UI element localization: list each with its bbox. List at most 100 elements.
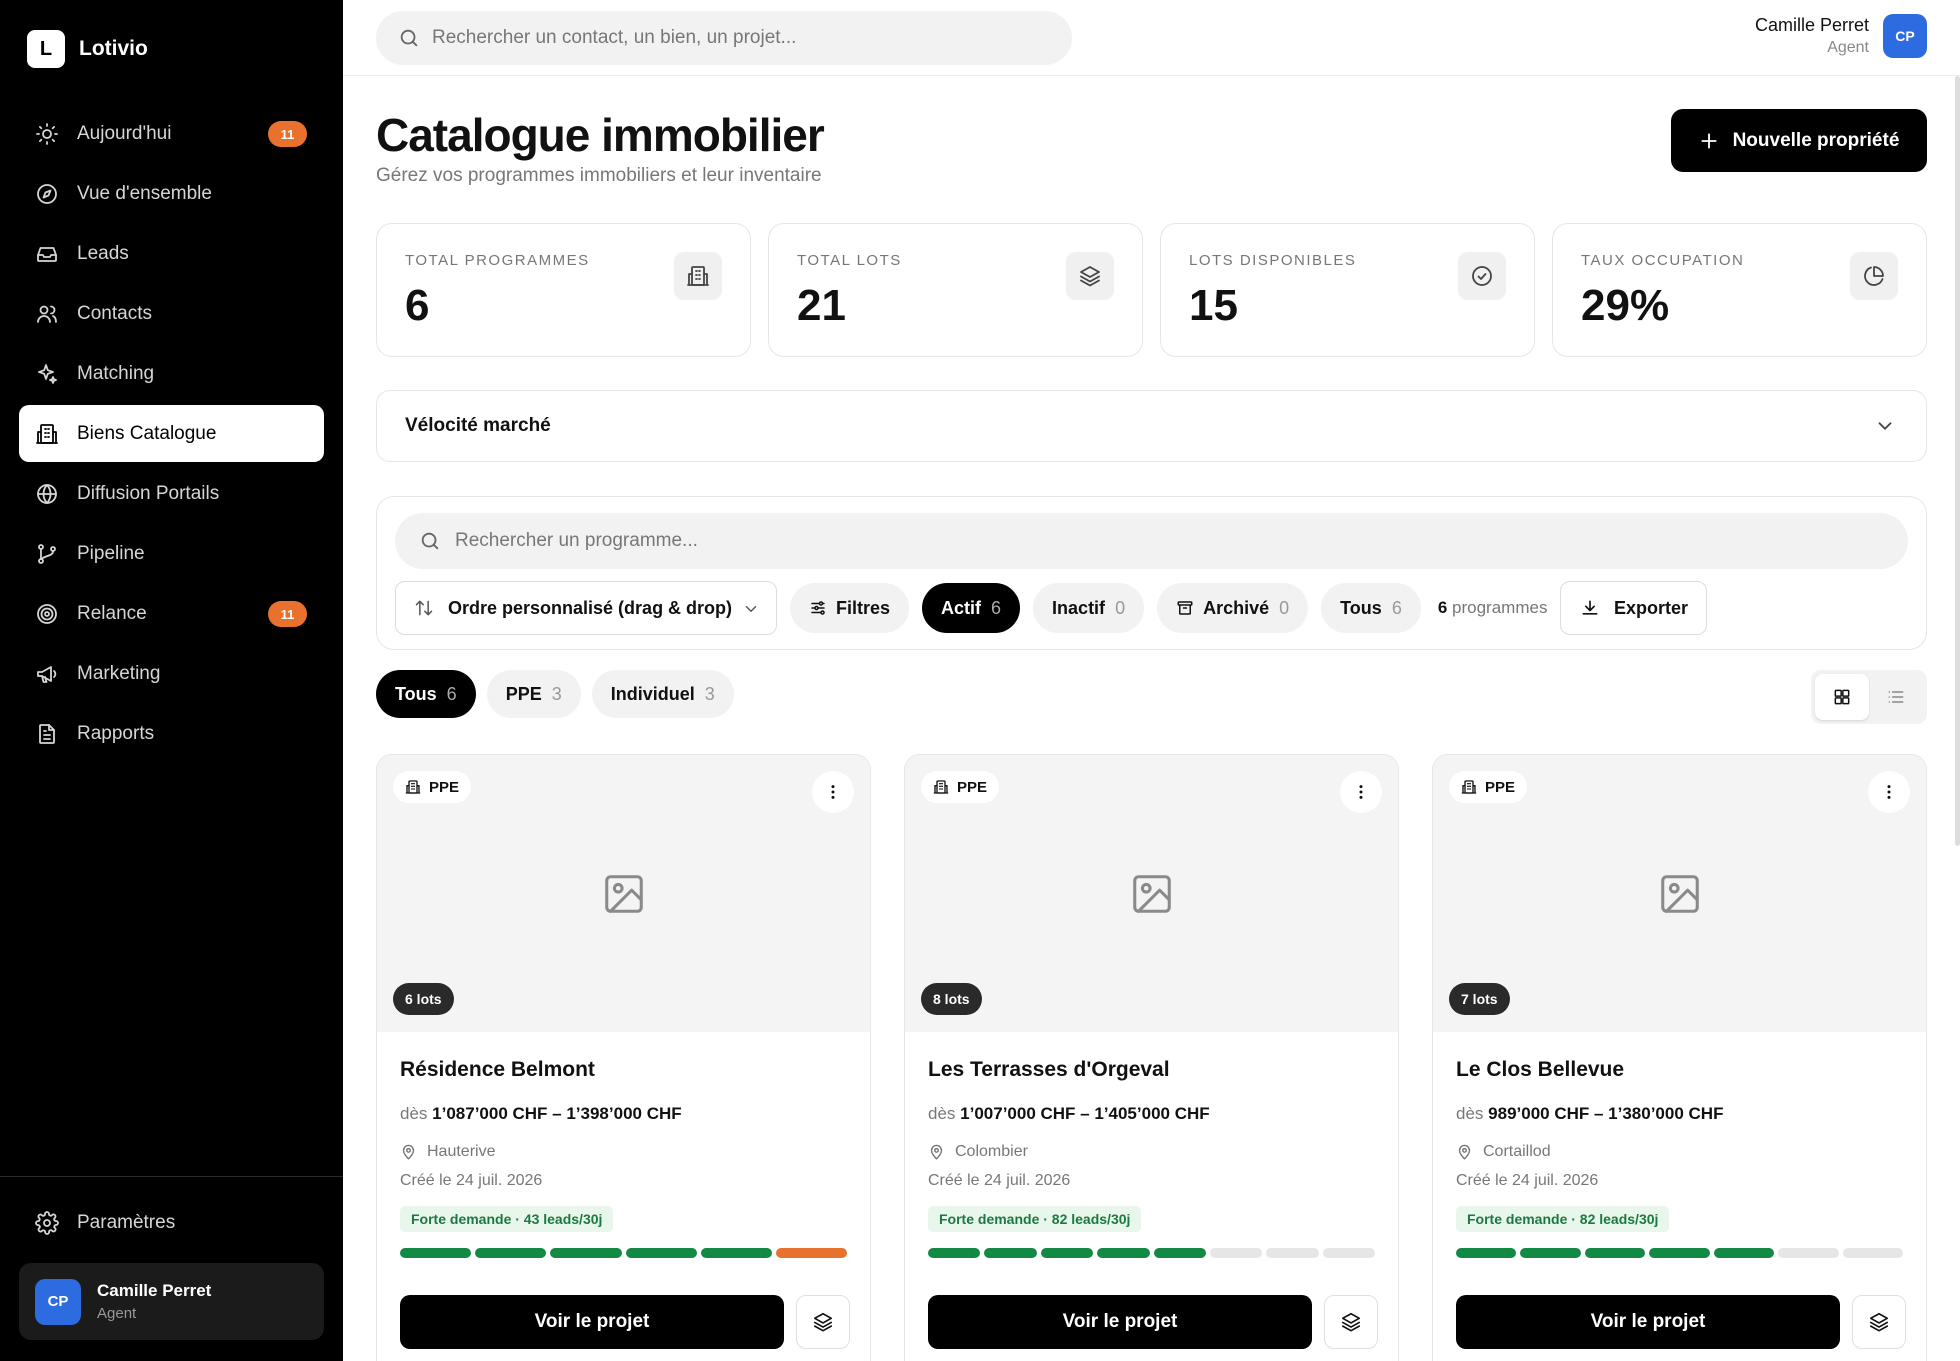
- more-options-button[interactable]: [812, 771, 854, 813]
- sidebar-item-relance[interactable]: Relance 11: [19, 585, 324, 642]
- sidebar-item-biens-catalogue[interactable]: Biens Catalogue: [19, 405, 324, 462]
- scrollbar[interactable]: [1955, 76, 1960, 846]
- lots-count-tag: 8 lots: [921, 983, 982, 1015]
- layers-icon: [1066, 252, 1114, 300]
- location-label: Colombier: [955, 1143, 1028, 1160]
- type-tag: PPE: [921, 771, 1000, 803]
- export-button[interactable]: Exporter: [1560, 581, 1708, 635]
- inventory-bar-segment: [550, 1248, 622, 1258]
- filters-button[interactable]: Filtres: [790, 583, 910, 633]
- user-menu[interactable]: Camille Perret Agent CP: [1755, 14, 1927, 58]
- type-tab-tous[interactable]: Tous 6: [376, 670, 476, 718]
- view-project-button[interactable]: Voir le projet: [1456, 1295, 1840, 1349]
- price-value: 989’000 CHF – 1’380’000 CHF: [1488, 1104, 1724, 1123]
- type-tab-count: 3: [704, 683, 715, 704]
- card-image: PPE 8 lots: [905, 755, 1398, 1032]
- avatar: CP: [1883, 14, 1927, 58]
- created-date: Créé le 24 juil. 2026: [400, 1172, 543, 1189]
- list-view-button[interactable]: [1869, 674, 1923, 720]
- lots-button[interactable]: [796, 1295, 850, 1349]
- type-tab-label: Tous: [395, 683, 437, 704]
- price-range: dès 1’007’000 CHF – 1’405’000 CHF: [928, 1104, 1375, 1124]
- new-property-button[interactable]: Nouvelle propriété: [1671, 109, 1927, 172]
- sidebar-item-pipeline[interactable]: Pipeline: [19, 525, 324, 582]
- inventory-bar-segment: [1266, 1248, 1319, 1258]
- inventory-bar: [928, 1248, 1375, 1258]
- inventory-bar-segment: [1322, 1248, 1375, 1258]
- price-value: 1’087’000 CHF – 1’398’000 CHF: [432, 1104, 682, 1123]
- sidebar-item-aujourd-hui[interactable]: Aujourd'hui 11: [19, 105, 324, 162]
- sidebar-item-vue-d-ensemble[interactable]: Vue d'ensemble: [19, 165, 324, 222]
- status-filter-inactif[interactable]: Inactif 0: [1033, 583, 1145, 633]
- type-tab-label: PPE: [505, 683, 542, 704]
- map-pin-icon: [1458, 1144, 1471, 1160]
- program-search-input[interactable]: Rechercher un programme...: [395, 513, 1908, 569]
- sort-select[interactable]: Ordre personnalisé (drag & drop): [395, 581, 777, 635]
- inventory-bar-segment: [1040, 1248, 1094, 1258]
- type-tab-count: 6: [446, 683, 457, 704]
- sidebar-item-marketing[interactable]: Marketing: [19, 645, 324, 702]
- inventory-bar-segment: [775, 1248, 848, 1258]
- brand[interactable]: L Lotivio: [27, 30, 148, 68]
- profile-name: Camille Perret: [97, 1281, 212, 1300]
- chevron-down-icon: [1878, 422, 1892, 430]
- lots-button[interactable]: [1324, 1295, 1378, 1349]
- status-filter-label: Tous: [1340, 597, 1382, 618]
- program-card[interactable]: PPE 6 lots Résidence Belmont dès 1’087’000 …: [376, 754, 871, 1361]
- program-card[interactable]: PPE 7 lots Le Clos Bellevue dès 989’000 CHF…: [1432, 754, 1927, 1361]
- view-project-button[interactable]: Voir le projet: [400, 1295, 784, 1349]
- map-pin-icon: [930, 1144, 943, 1160]
- image-placeholder-icon: [1660, 874, 1699, 913]
- lots-button[interactable]: [1852, 1295, 1906, 1349]
- page-title: Catalogue immobilier: [376, 109, 825, 161]
- building-icon: [1461, 779, 1485, 795]
- inventory-bar-segment: [700, 1248, 772, 1258]
- type-tab-ppe[interactable]: PPE 3: [486, 670, 581, 718]
- price-range: dès 989’000 CHF – 1’380’000 CHF: [1456, 1104, 1903, 1124]
- type-tab-count: 3: [551, 683, 562, 704]
- program-count-label: programmes: [1452, 598, 1548, 617]
- program-cards: PPE 6 lots Résidence Belmont dès 1’087’000 …: [376, 754, 1927, 1361]
- sun-icon: [34, 121, 60, 147]
- price-prefix: dès: [400, 1104, 428, 1123]
- type-tag: PPE: [1449, 771, 1528, 803]
- sidebar-item-label: Vue d'ensemble: [77, 182, 212, 204]
- map-pin-icon: [402, 1144, 415, 1160]
- price-prefix: dès: [1456, 1104, 1484, 1123]
- search-icon: [421, 532, 439, 550]
- inventory-bar-segment: [475, 1248, 547, 1258]
- plus-icon: [1700, 132, 1717, 149]
- more-options-button[interactable]: [1340, 771, 1382, 813]
- sidebar-item-settings[interactable]: Paramètres: [19, 1194, 324, 1251]
- inventory-bar-segment: [1713, 1248, 1775, 1258]
- inbox-icon: [34, 241, 60, 267]
- velocity-label: Vélocité marché: [405, 415, 551, 436]
- demand-badge: Forte demande · 82 leads/30j: [928, 1206, 1142, 1232]
- type-tab-individuel[interactable]: Individuel 3: [591, 670, 734, 718]
- status-filter-archiv[interactable]: Archivé 0: [1157, 583, 1309, 633]
- market-velocity-panel[interactable]: Vélocité marché: [376, 390, 1927, 462]
- grid-view-button[interactable]: [1815, 674, 1869, 720]
- view-project-button[interactable]: Voir le projet: [928, 1295, 1312, 1349]
- sidebar-item-diffusion-portails[interactable]: Diffusion Portails: [19, 465, 324, 522]
- program-card[interactable]: PPE 8 lots Les Terrasses d'Orgeval dès 1’00…: [904, 754, 1399, 1361]
- sidebar-item-label: Leads: [77, 242, 129, 264]
- status-filter-actif[interactable]: Actif 6: [922, 583, 1021, 633]
- sidebar-item-rapports[interactable]: Rapports: [19, 705, 324, 762]
- sidebar-item-label: Marketing: [77, 662, 161, 684]
- more-options-button[interactable]: [1868, 771, 1910, 813]
- location-label: Cortaillod: [1483, 1143, 1551, 1160]
- status-filter-tous[interactable]: Tous 6: [1321, 583, 1421, 633]
- inventory-bar-segment: [1778, 1248, 1839, 1258]
- building-icon: [674, 252, 722, 300]
- program-name: Résidence Belmont: [400, 1058, 595, 1081]
- sidebar-item-leads[interactable]: Leads: [19, 225, 324, 282]
- type-tag-label: PPE: [429, 778, 460, 796]
- filter-row: Ordre personnalisé (drag & drop) Filtres…: [395, 581, 1708, 635]
- global-search-input[interactable]: Rechercher un contact, un bien, un proje…: [376, 11, 1072, 65]
- check-circle-icon: [1458, 252, 1506, 300]
- sidebar-item-matching[interactable]: Matching: [19, 345, 324, 402]
- sidebar-profile[interactable]: CP Camille Perret Agent: [19, 1263, 324, 1340]
- sidebar-item-contacts[interactable]: Contacts: [19, 285, 324, 342]
- building-icon: [34, 421, 60, 447]
